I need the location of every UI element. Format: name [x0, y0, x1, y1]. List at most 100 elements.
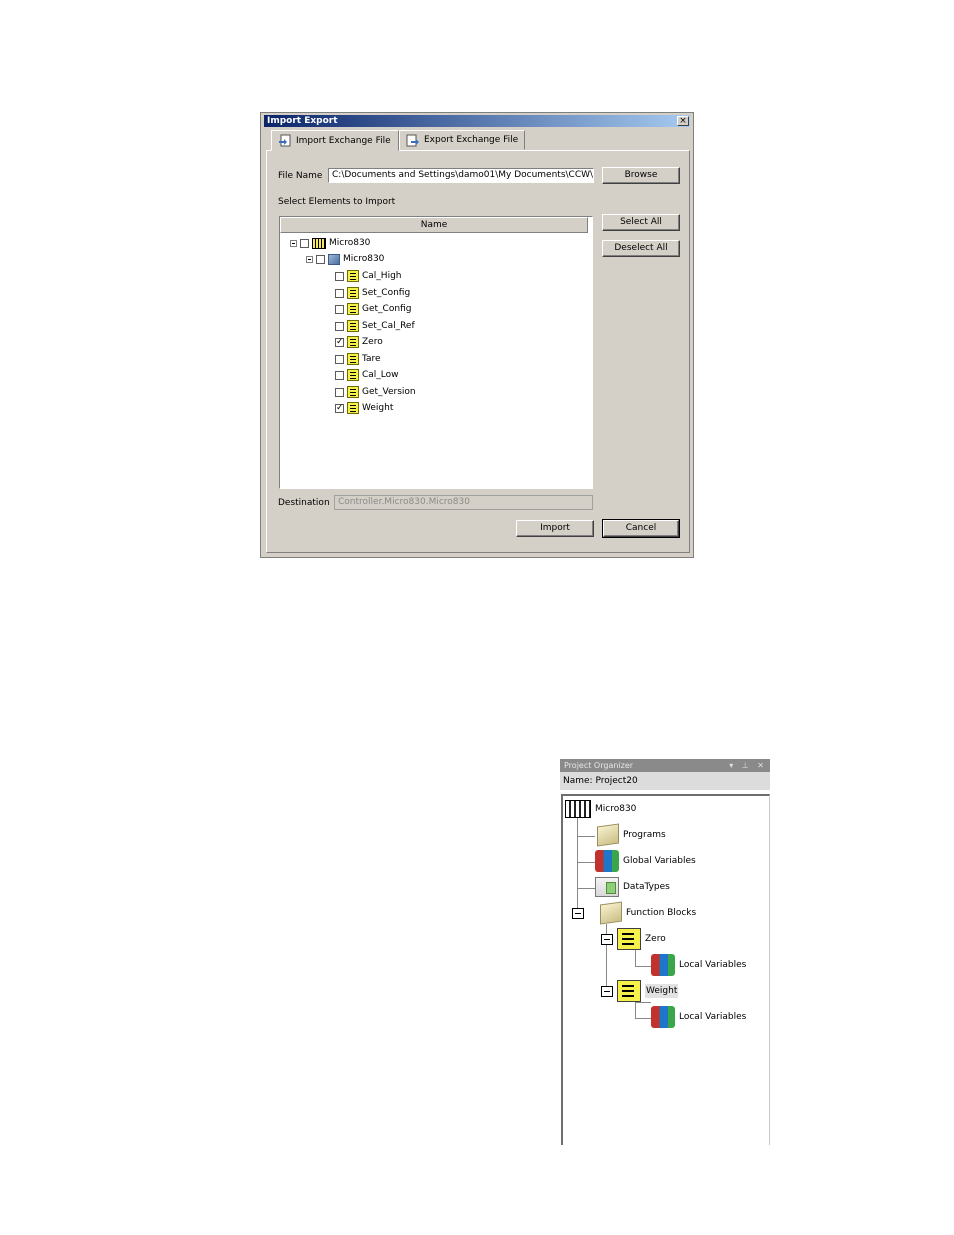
organizer-name-bar: Name: Project20 — [560, 772, 770, 790]
item-checkbox[interactable] — [335, 387, 344, 397]
organizer-title-bar[interactable]: Project Organizer ▾ ⊥ ✕ — [560, 759, 770, 772]
root-checkbox[interactable] — [300, 238, 309, 248]
collapse-icon[interactable] — [290, 239, 297, 247]
function-block-icon — [347, 353, 359, 365]
tree-item-set-config[interactable]: Set_Config — [335, 286, 410, 300]
dialog-title-bar[interactable]: Import Export × — [264, 115, 690, 127]
tree-node-zero[interactable]: Zero — [601, 928, 666, 950]
item-label: Cal_High — [362, 271, 402, 281]
function-block-icon — [347, 270, 359, 282]
tree-node-controller[interactable]: Micro830 — [565, 798, 636, 820]
node-label-selected: Weight — [645, 984, 679, 998]
item-checkbox[interactable] — [335, 304, 344, 314]
project-name-value: Project20 — [595, 776, 638, 786]
programs-folder-icon — [597, 823, 619, 847]
device-icon — [328, 253, 340, 265]
tree-connector — [635, 1018, 651, 1019]
cancel-button[interactable]: Cancel — [602, 519, 680, 538]
function-block-icon — [347, 303, 359, 315]
item-label: Get_Version — [362, 387, 416, 397]
collapse-icon[interactable] — [306, 255, 313, 263]
function-blocks-folder-icon — [600, 901, 622, 925]
browse-button[interactable]: Browse — [602, 167, 680, 184]
item-checkbox-checked[interactable]: ✓ — [335, 403, 344, 413]
tree-row-root[interactable]: Micro830 — [290, 236, 370, 250]
item-label: Zero — [362, 337, 383, 347]
tree-node-function-blocks[interactable]: Function Blocks — [572, 901, 697, 925]
tree-connector — [577, 818, 578, 914]
tree-connector — [635, 966, 651, 967]
tree-node-zero-local-variables[interactable]: Local Variables — [651, 954, 746, 976]
item-checkbox[interactable] — [335, 354, 344, 364]
node-label: Function Blocks — [626, 908, 697, 918]
dialog-title: Import Export — [267, 116, 338, 126]
root-label: Micro830 — [329, 238, 371, 248]
device-checkbox[interactable] — [316, 254, 325, 264]
controller-icon — [565, 800, 591, 818]
item-checkbox[interactable] — [335, 288, 344, 298]
tree-connector — [577, 888, 595, 889]
tree-item-zero[interactable]: ✓ Zero — [335, 335, 383, 349]
tree-node-programs[interactable]: Programs — [597, 823, 666, 847]
node-label: Local Variables — [679, 1012, 747, 1022]
project-organizer-panel: Project Organizer ▾ ⊥ ✕ Name: Project20 … — [560, 759, 770, 1145]
item-checkbox[interactable] — [335, 321, 344, 331]
function-block-icon — [347, 369, 359, 381]
function-block-icon — [347, 336, 359, 348]
tree-item-get-config[interactable]: Get_Config — [335, 302, 411, 316]
collapse-icon[interactable] — [572, 907, 584, 919]
node-label: DataTypes — [623, 882, 670, 892]
tab-export-label: Export Exchange File — [424, 135, 519, 145]
collapse-icon[interactable] — [601, 933, 613, 945]
export-file-icon — [406, 134, 420, 147]
tree-node-global-variables[interactable]: Global Variables — [595, 850, 696, 872]
function-block-icon — [617, 980, 641, 1002]
tree-connector — [635, 1002, 651, 1003]
name-column-header[interactable]: Name — [280, 217, 588, 233]
import-file-icon — [278, 134, 292, 147]
import-button[interactable]: Import — [516, 520, 594, 537]
tab-import-exchange-file[interactable]: Import Exchange File — [271, 130, 399, 151]
node-label: Local Variables — [679, 960, 747, 970]
tree-connector — [635, 950, 636, 967]
collapse-icon[interactable] — [601, 985, 613, 997]
item-label: Set_Config — [362, 288, 411, 298]
tree-row-device[interactable]: Micro830 — [306, 252, 384, 266]
file-name-label: File Name — [278, 171, 323, 181]
tree-item-cal-low[interactable]: Cal_Low — [335, 368, 399, 382]
close-button[interactable]: × — [677, 116, 689, 126]
node-label: Zero — [645, 934, 666, 944]
organizer-title: Project Organizer — [564, 761, 634, 770]
item-checkbox[interactable] — [335, 271, 344, 281]
deselect-all-button[interactable]: Deselect All — [602, 240, 680, 257]
item-label: Weight — [362, 403, 394, 413]
select-elements-label: Select Elements to Import — [278, 197, 396, 207]
file-name-input[interactable]: C:\Documents and Settings\damo01\My Docu… — [328, 168, 594, 183]
controller-icon — [312, 237, 326, 249]
tab-export-exchange-file[interactable]: Export Exchange File — [399, 130, 525, 150]
tree-connector — [635, 1002, 636, 1018]
tree-item-set-cal-ref[interactable]: Set_Cal_Ref — [335, 319, 415, 333]
tree-connector — [577, 862, 595, 863]
node-label: Micro830 — [595, 804, 637, 814]
tree-item-tare[interactable]: Tare — [335, 352, 381, 366]
project-name-label: Name: — [563, 776, 593, 786]
item-label: Get_Config — [362, 304, 412, 314]
node-label: Global Variables — [623, 856, 696, 866]
item-checkbox-checked[interactable]: ✓ — [335, 337, 344, 347]
tree-node-weight[interactable]: Weight — [601, 980, 679, 1002]
organizer-window-buttons[interactable]: ▾ ⊥ ✕ — [729, 759, 767, 772]
tree-connector — [577, 836, 595, 837]
function-block-icon — [617, 928, 641, 950]
destination-input: Controller.Micro830.Micro830 — [334, 495, 593, 510]
tree-item-cal-high[interactable]: Cal_High — [335, 269, 402, 283]
select-all-button[interactable]: Select All — [602, 214, 680, 231]
local-variables-icon — [651, 1006, 675, 1028]
tree-node-weight-local-variables[interactable]: Local Variables — [651, 1006, 746, 1028]
item-checkbox[interactable] — [335, 370, 344, 380]
tree-item-get-version[interactable]: Get_Version — [335, 385, 416, 399]
datatypes-icon — [595, 877, 619, 897]
tree-node-datatypes[interactable]: DataTypes — [595, 876, 670, 898]
project-tree: Micro830 Programs Global Variables DataT… — [561, 794, 770, 1145]
tree-item-weight[interactable]: ✓ Weight — [335, 401, 393, 415]
